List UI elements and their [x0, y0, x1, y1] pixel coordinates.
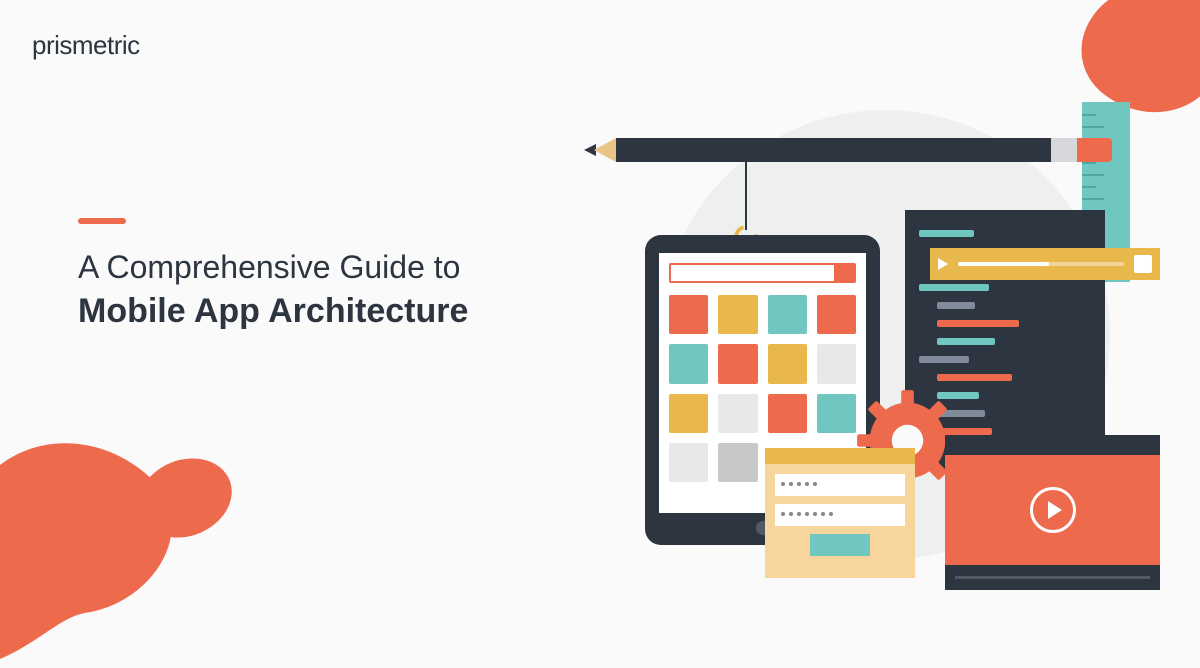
app-icon	[817, 295, 856, 334]
play-circle-icon	[1030, 487, 1076, 533]
pencil-icon	[612, 138, 1112, 162]
app-icon	[718, 443, 757, 482]
accent-bar	[78, 218, 126, 224]
code-line	[937, 338, 995, 345]
app-icon	[669, 443, 708, 482]
title-intro: A Comprehensive Guide to	[78, 246, 468, 289]
code-line	[937, 302, 975, 309]
app-icon	[669, 394, 708, 433]
password-field-icon	[775, 504, 905, 526]
hero-illustration	[600, 60, 1160, 620]
speaker-icon	[1134, 255, 1152, 273]
app-icon	[718, 394, 757, 433]
app-icon	[768, 394, 807, 433]
search-icon	[834, 265, 854, 281]
crane-line-icon	[745, 160, 747, 230]
submit-button-icon	[810, 534, 870, 556]
username-field-icon	[775, 474, 905, 496]
app-icon	[768, 295, 807, 334]
brand-logo: prismetric	[32, 30, 140, 61]
code-line	[937, 374, 1012, 381]
app-icon	[768, 344, 807, 383]
code-line	[919, 230, 974, 237]
app-icon	[817, 344, 856, 383]
code-line	[919, 356, 969, 363]
app-icon	[669, 295, 708, 334]
play-icon	[938, 258, 948, 270]
decorative-blob-bottom-left	[0, 388, 310, 668]
code-line	[937, 320, 1019, 327]
app-icon	[718, 344, 757, 383]
app-icon	[718, 295, 757, 334]
search-bar-icon	[669, 263, 856, 283]
login-form-icon	[765, 448, 915, 578]
code-line	[919, 284, 989, 291]
app-icon	[817, 394, 856, 433]
page-title: A Comprehensive Guide to Mobile App Arch…	[78, 246, 468, 333]
title-main: Mobile App Architecture	[78, 289, 468, 333]
app-icon	[669, 344, 708, 383]
media-bar-icon	[930, 248, 1160, 280]
video-player-icon	[945, 435, 1160, 590]
